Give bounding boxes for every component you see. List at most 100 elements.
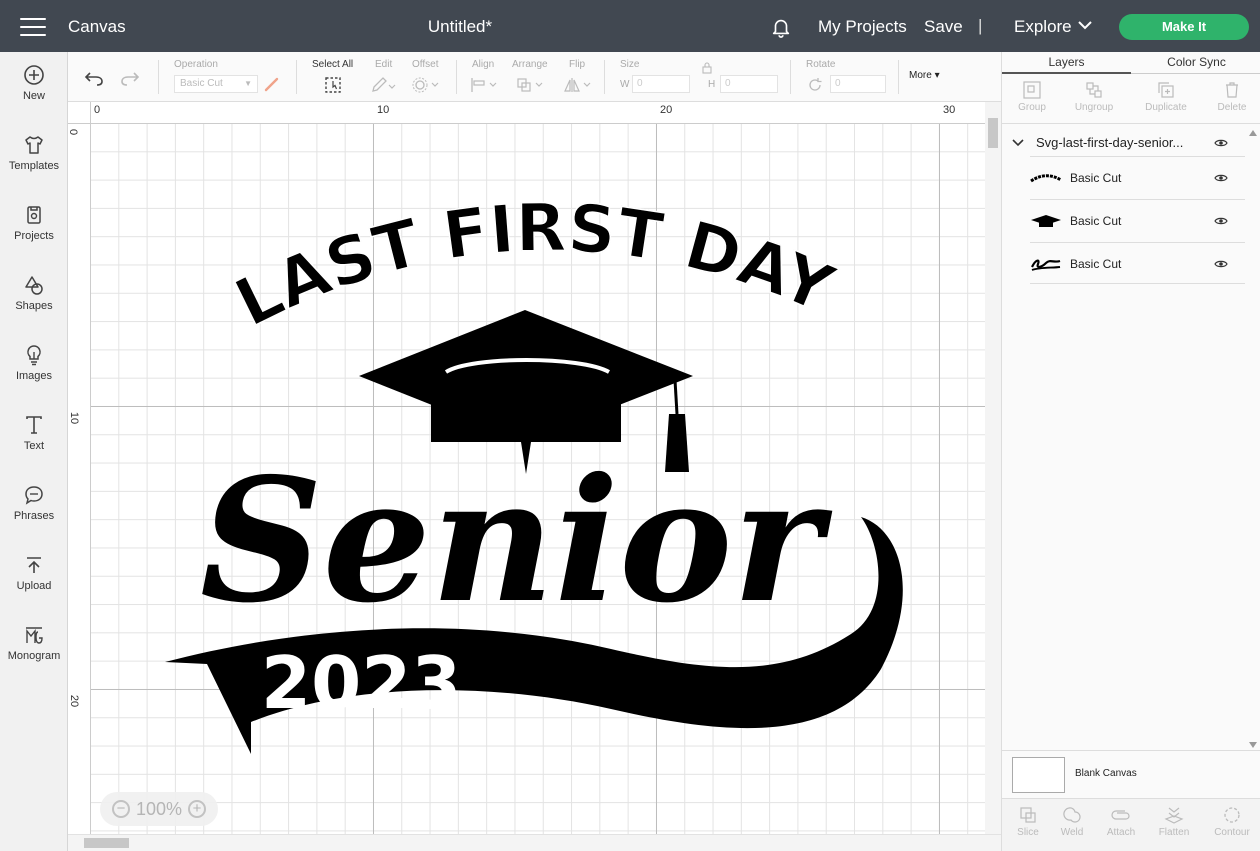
height-input[interactable]: 0 (720, 75, 778, 93)
projects-icon (27, 206, 41, 224)
operation-value: Basic Cut (180, 78, 223, 89)
sidebar-label: Templates (8, 160, 60, 172)
rotate-input[interactable]: 0 (830, 75, 886, 93)
eye-icon[interactable] (1214, 216, 1228, 226)
width-input[interactable]: 0 (632, 75, 690, 93)
arc-text-thumbnail (1030, 174, 1062, 183)
zoom-out-button[interactable]: − (111, 800, 130, 818)
layer-group-row[interactable]: Svg-last-first-day-senior... (1002, 130, 1260, 154)
sidebar-label: Shapes (15, 300, 53, 312)
tool-label: Group (1018, 102, 1046, 113)
align-icon[interactable] (470, 77, 498, 93)
layer-row[interactable]: Basic Cut (1030, 156, 1245, 198)
save-button[interactable]: Save (924, 17, 963, 37)
eye-icon[interactable] (1214, 259, 1228, 269)
zoom-level: 100% (135, 798, 183, 819)
panel-scrollbar[interactable] (1245, 130, 1260, 750)
sidebar-item-monogram[interactable]: Monogram (0, 624, 68, 684)
select-all-icon[interactable] (324, 76, 342, 94)
design-svg: LAST FIRST DAY LAST FIRST DAY Senior 202… (165, 189, 903, 754)
ruler-tick-label: 20 (68, 694, 81, 708)
sidebar-item-upload[interactable]: Upload (0, 554, 68, 614)
tab-layers[interactable]: Layers (1002, 55, 1131, 74)
duplicate-button[interactable]: Duplicate (1136, 80, 1196, 113)
caret-down-icon: ▼ (244, 79, 252, 88)
sidebar-item-text[interactable]: Text (0, 414, 68, 474)
year-text[interactable]: 2023 (261, 641, 461, 725)
eye-icon[interactable] (1214, 173, 1228, 183)
height-label: H (708, 79, 716, 90)
tool-label: Delete (1217, 102, 1247, 113)
contour-button[interactable]: Contour (1206, 805, 1258, 838)
ruler-tick-label: 30 (943, 104, 956, 116)
vertical-scrollbar[interactable] (985, 102, 1001, 834)
shirt-icon (25, 136, 43, 154)
bottom-tools: Slice Weld Attach Flatten Contour (1002, 798, 1260, 851)
toolbar-separator (456, 60, 457, 94)
lightbulb-icon (27, 345, 41, 366)
edit-pencil-icon[interactable] (371, 77, 397, 93)
offset-icon[interactable] (412, 77, 440, 93)
my-projects-link[interactable]: My Projects (818, 17, 907, 37)
delete-button[interactable]: Delete (1202, 80, 1260, 113)
scroll-down-arrow-icon[interactable] (1249, 742, 1257, 748)
vertical-scroll-thumb[interactable] (988, 118, 998, 148)
horizontal-scroll-thumb[interactable] (84, 838, 129, 848)
layer-row[interactable]: Basic Cut (1030, 199, 1245, 241)
group-icon (1023, 81, 1041, 99)
arrange-icon[interactable] (516, 77, 544, 93)
sidebar-item-templates[interactable]: Templates (0, 134, 68, 194)
slice-icon (1020, 807, 1036, 823)
sidebar-item-shapes[interactable]: Shapes (0, 274, 68, 334)
toolbar-separator (296, 60, 297, 94)
sidebar-label: Projects (14, 230, 54, 242)
chevron-down-icon[interactable] (1078, 20, 1092, 30)
more-menu[interactable]: More ▾ (909, 70, 940, 81)
layer-row[interactable]: Basic Cut (1030, 242, 1245, 284)
tool-label: Slice (1017, 827, 1039, 838)
sidebar-item-projects[interactable]: Projects (0, 204, 68, 264)
edit-label: Edit (375, 59, 393, 70)
tab-color-sync[interactable]: Color Sync (1132, 55, 1260, 69)
explore-menu[interactable]: Explore (1014, 17, 1072, 37)
offset-label: Offset (412, 59, 439, 70)
canvas-swatch[interactable] (1012, 757, 1065, 793)
arrange-label: Arrange (512, 59, 548, 70)
design-artwork[interactable]: LAST FIRST DAY LAST FIRST DAY Senior 202… (91, 124, 985, 834)
select-all-label: Select All (312, 59, 354, 70)
sidebar-item-new[interactable]: New (0, 64, 68, 124)
grad-cap-thumbnail (1031, 215, 1061, 227)
sidebar-item-images[interactable]: Images (0, 344, 68, 404)
operation-select[interactable]: Basic Cut ▼ (174, 75, 258, 93)
weld-button[interactable]: Weld (1046, 805, 1098, 838)
flatten-button[interactable]: Flatten (1148, 805, 1200, 838)
undo-icon[interactable] (84, 70, 104, 86)
bell-icon[interactable] (770, 16, 792, 38)
senior-script-text[interactable]: Senior (200, 441, 832, 641)
zoom-control: − 100% + (100, 792, 218, 826)
zoom-in-button[interactable]: + (188, 800, 207, 818)
group-button[interactable]: Group (1002, 80, 1062, 113)
toolbar-separator (604, 60, 605, 94)
panel-tabs: Layers Color Sync (1002, 52, 1260, 74)
layers-panel: Layers Color Sync Group Ungroup Duplicat… (1001, 52, 1260, 851)
scroll-up-arrow-icon[interactable] (1249, 130, 1257, 136)
ungroup-button[interactable]: Ungroup (1064, 80, 1124, 113)
rotate-icon[interactable] (806, 76, 824, 94)
layer-name: Basic Cut (1070, 214, 1122, 228)
sidebar-item-phrases[interactable]: Phrases (0, 484, 68, 544)
attach-button[interactable]: Attach (1095, 805, 1147, 838)
chevron-down-icon[interactable] (1012, 139, 1024, 147)
make-it-button[interactable]: Make It (1119, 14, 1249, 40)
flip-icon[interactable] (564, 77, 592, 93)
eye-icon[interactable] (1214, 138, 1228, 148)
redo-icon[interactable] (120, 70, 140, 86)
toolbar-separator (158, 60, 159, 94)
lock-icon[interactable] (702, 62, 712, 74)
horizontal-scrollbar[interactable] (68, 834, 1001, 851)
contour-icon (1224, 807, 1240, 823)
duplicate-icon (1158, 82, 1174, 98)
edit-toolbar: Operation Basic Cut ▼ Select All Edit Off… (68, 52, 1001, 102)
flatten-icon (1164, 807, 1184, 824)
pen-color-icon[interactable] (264, 76, 280, 92)
